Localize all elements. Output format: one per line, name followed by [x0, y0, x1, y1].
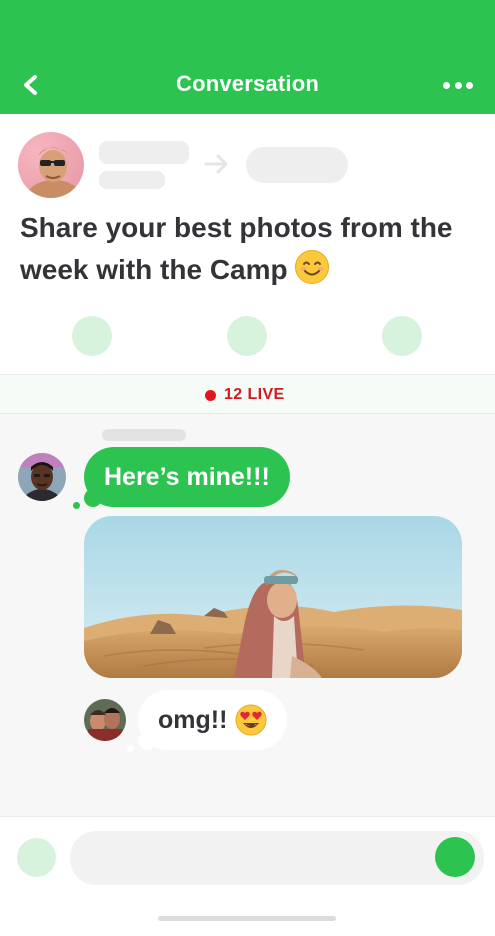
reaction-button-2[interactable]	[227, 316, 267, 356]
author-meta-placeholder	[99, 171, 165, 189]
message-input[interactable]	[70, 831, 484, 885]
bubble-tail-dot	[127, 745, 134, 752]
bubble-tail	[84, 489, 102, 507]
live-count: 12 LIVE	[224, 386, 285, 403]
smiling-face-icon	[294, 250, 329, 284]
live-dot-icon	[205, 390, 216, 401]
page-title: Conversation	[176, 71, 319, 96]
message-photo[interactable]	[84, 516, 462, 678]
sender-name-placeholder	[102, 429, 186, 441]
post-text: Share your best photos from the week wit…	[20, 207, 480, 291]
heart-eyes-icon	[235, 704, 267, 736]
replier-avatar[interactable]	[84, 699, 126, 741]
send-button[interactable]	[435, 837, 475, 877]
composer-attachment-button[interactable]	[17, 838, 56, 877]
reaction-button-1[interactable]	[72, 316, 112, 356]
bubble-tail	[138, 732, 156, 750]
camp-name-placeholder[interactable]	[246, 147, 348, 183]
live-indicator-bar: 12 LIVE	[0, 374, 495, 414]
app-header: Conversation	[0, 0, 495, 114]
arrow-right-icon	[204, 154, 228, 174]
author-avatar[interactable]	[18, 132, 84, 198]
reaction-button-3[interactable]	[382, 316, 422, 356]
author-name-placeholder	[99, 141, 189, 164]
message-bubble-received[interactable]: omg!!	[138, 690, 288, 750]
sender-avatar[interactable]	[18, 453, 66, 501]
message-text: omg!!	[158, 706, 228, 734]
bubble-tail-dot	[73, 502, 80, 509]
more-horizontal-icon[interactable]	[443, 80, 473, 90]
message-bubble-sent[interactable]: Here’s mine!!!	[84, 447, 290, 507]
post-text-content: Share your best photos from the week wit…	[20, 212, 453, 285]
home-indicator	[158, 916, 336, 921]
